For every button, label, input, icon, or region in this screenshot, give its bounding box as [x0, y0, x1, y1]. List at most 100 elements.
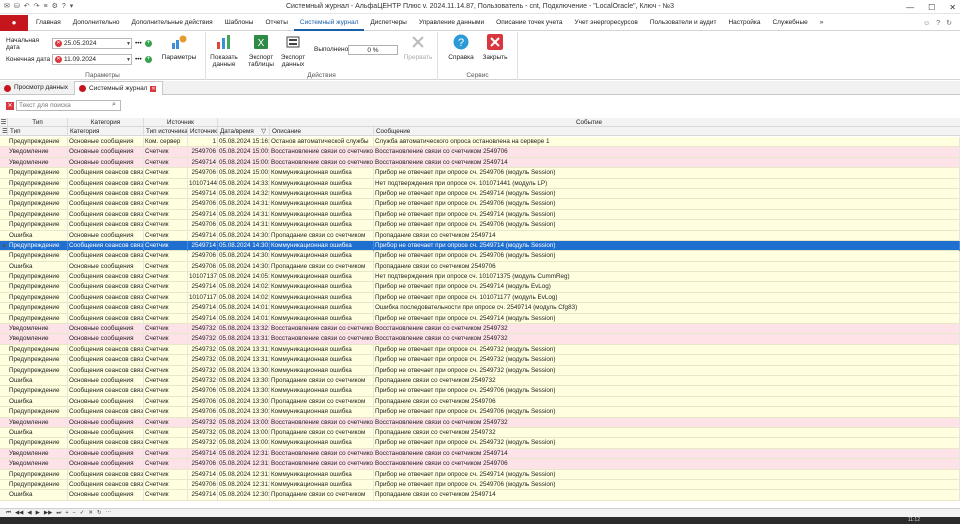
- add-icon[interactable]: +: [144, 40, 152, 47]
- cell-source-type: Счетчик: [144, 427, 188, 439]
- menu-item[interactable]: Диспетчеры: [364, 15, 412, 31]
- table-row[interactable]: Предупреждение Сообщения сеансов связи Сче…: [0, 313, 960, 325]
- column-header-category[interactable]: Категория: [68, 127, 144, 136]
- navigator-button[interactable]: −: [73, 510, 76, 516]
- navigator-button[interactable]: ◀: [27, 510, 31, 516]
- menu-item[interactable]: Дополнительно: [67, 15, 126, 31]
- navigator-button[interactable]: ⋯: [106, 510, 112, 516]
- start-date-input[interactable]: ✕ 25.05.2024 ▼: [52, 38, 132, 49]
- table-row[interactable]: Предупреждение Сообщения сеансов связи Сче…: [0, 199, 960, 210]
- chevron-down-icon[interactable]: ▼: [126, 57, 131, 63]
- table-row[interactable]: Предупреждение Сообщения сеансов связи Сче…: [0, 365, 960, 376]
- show-data-button[interactable]: Показать данные: [210, 34, 238, 68]
- table-row[interactable]: Предупреждение Сообщения сеансов связи Сче…: [0, 407, 960, 418]
- tab-system-log[interactable]: Системный журнал ✕: [74, 81, 164, 95]
- table-row[interactable]: Уведомление Основные сообщения Счетчик 2549…: [0, 157, 960, 169]
- table-row[interactable]: Предупреждение Сообщения сеансов связи Сче…: [0, 168, 960, 179]
- table-row[interactable]: Предупреждение Сообщения сеансов связи Сче…: [0, 251, 960, 262]
- table-row[interactable]: ▶ Предупреждение Сообщения сеансов связи Сч…: [0, 240, 960, 252]
- table-row[interactable]: Ошибка Основные сообщения Счетчик 2549732 05…: [0, 427, 960, 439]
- column-header-message[interactable]: Сообщение: [374, 127, 960, 136]
- ellipsis-icon[interactable]: •••: [135, 40, 142, 47]
- table-row[interactable]: Предупреждение Сообщения сеансов связи Сче…: [0, 188, 960, 200]
- ellipsis-icon[interactable]: •••: [135, 56, 142, 63]
- clear-icon[interactable]: ✕: [55, 56, 62, 63]
- table-row[interactable]: Предупреждение Сообщения сеансов связи Сче…: [0, 282, 960, 293]
- table-row[interactable]: Предупреждение Сообщения сеансов связи Сче…: [0, 355, 960, 366]
- tab-data-view[interactable]: Просмотр данных: [0, 81, 74, 95]
- end-date-input[interactable]: ✕ 11.09.2024 ▼: [52, 54, 132, 65]
- parameters-button[interactable]: Параметры: [158, 34, 200, 61]
- table-row[interactable]: Предупреждение Сообщения сеансов связи Сче…: [0, 303, 960, 314]
- menu-item[interactable]: Пользователи и аудит: [644, 15, 723, 31]
- table-row[interactable]: Ошибка Основные сообщения Счетчик 2549714 05…: [0, 230, 960, 241]
- menu-right-icon[interactable]: ☺: [923, 20, 930, 27]
- menu-item[interactable]: Отчеты: [259, 15, 293, 31]
- menu-right-icon[interactable]: ↻: [946, 19, 952, 27]
- column-header-source[interactable]: Источник: [188, 127, 218, 136]
- navigator-button[interactable]: ▶▶: [44, 510, 52, 516]
- navigator-button[interactable]: ⏭: [56, 510, 61, 517]
- minimize-button[interactable]: —: [906, 3, 914, 12]
- clear-icon[interactable]: ✕: [55, 40, 62, 47]
- table-row[interactable]: Предупреждение Сообщения сеансов связи Сче…: [0, 469, 960, 480]
- table-row[interactable]: Предупреждение Сообщения сеансов связи Сче…: [0, 386, 960, 397]
- app-menu-button[interactable]: ●: [0, 15, 28, 31]
- menu-item[interactable]: Описание точек учета: [490, 15, 568, 31]
- table-row[interactable]: Предупреждение Сообщения сеансов связи Сче…: [0, 272, 960, 283]
- navigator-button[interactable]: ✓: [80, 510, 85, 516]
- menu-item[interactable]: Шаблоны: [219, 15, 260, 31]
- help-button[interactable]: ? Справка: [446, 34, 476, 61]
- table-row[interactable]: Уведомление Основные сообщения Счетчик 2549…: [0, 334, 960, 345]
- navigator-button[interactable]: ↻: [97, 510, 102, 516]
- menu-item[interactable]: Дополнительные действия: [126, 15, 219, 31]
- menu-item[interactable]: Служебные: [766, 15, 813, 31]
- menu-item[interactable]: Управление данными: [413, 15, 490, 31]
- export-data-button[interactable]: Экспорт данных: [278, 34, 308, 68]
- table-row[interactable]: Предупреждение Сообщения сеансов связи Сче…: [0, 209, 960, 221]
- table-row[interactable]: Предупреждение Основные сообщения Ком. сер…: [0, 137, 960, 148]
- chevron-down-icon[interactable]: ▼: [126, 41, 131, 47]
- add-icon[interactable]: +: [144, 56, 152, 63]
- table-row[interactable]: Уведомление Основные сообщения Счетчик 2549…: [0, 324, 960, 335]
- column-header-type[interactable]: Тип: [8, 127, 68, 136]
- column-header-source-type[interactable]: Тип источника: [144, 127, 188, 136]
- clear-search-icon[interactable]: ✕: [6, 102, 14, 110]
- navigator-button[interactable]: ▶: [36, 510, 40, 516]
- table-row[interactable]: Предупреждение Сообщения сеансов связи Сче…: [0, 292, 960, 304]
- menu-item[interactable]: Системный журнал: [293, 15, 365, 31]
- table-row[interactable]: Предупреждение Сообщения сеансов связи Сче…: [0, 220, 960, 231]
- table-row[interactable]: Предупреждение Сообщения сеансов связи Сче…: [0, 479, 960, 491]
- column-header-description[interactable]: Описание: [270, 127, 374, 136]
- table-row[interactable]: Предупреждение Сообщения сеансов связи Сче…: [0, 438, 960, 449]
- close-tab-icon[interactable]: ✕: [150, 85, 157, 92]
- navigator-button[interactable]: ✕: [88, 510, 93, 516]
- menu-item[interactable]: Настройка: [722, 15, 766, 31]
- export-table-button[interactable]: X Экспорт таблицы: [246, 34, 276, 68]
- menu-item[interactable]: »: [814, 15, 830, 31]
- navigator-button[interactable]: ⏮: [6, 510, 11, 517]
- table-row[interactable]: Ошибка Основные сообщения Счетчик 2549706 05…: [0, 261, 960, 273]
- search-icon[interactable]: ⌕: [112, 101, 116, 109]
- table-row[interactable]: Ошибка Основные сообщения Счетчик 2549732 05…: [0, 375, 960, 387]
- interrupt-button[interactable]: Прервать: [402, 34, 434, 61]
- menu-item[interactable]: Учет энергоресурсов: [568, 15, 643, 31]
- navigator-button[interactable]: ◀◀: [15, 510, 23, 516]
- table-row[interactable]: Уведомление Основные сообщения Счетчик 2549…: [0, 448, 960, 460]
- maximize-button[interactable]: ☐: [928, 3, 935, 12]
- table-row[interactable]: Предупреждение Сообщения сеансов связи Сче…: [0, 344, 960, 356]
- table-row[interactable]: Предупреждение Сообщения сеансов связи Сче…: [0, 178, 960, 189]
- table-row[interactable]: Уведомление Основные сообщения Счетчик 2549…: [0, 459, 960, 470]
- menu-item[interactable]: Главная: [30, 15, 67, 31]
- table-row[interactable]: Уведомление Основные сообщения Счетчик 2549…: [0, 147, 960, 158]
- column-header-datetime[interactable]: Дата/время ▽: [218, 127, 270, 136]
- search-input[interactable]: Текст для поиска: [16, 100, 121, 111]
- cell-category: Сообщения сеансов связи: [68, 251, 144, 262]
- close-window-button[interactable]: ✕: [949, 3, 956, 12]
- close-button[interactable]: Закрыть: [480, 34, 510, 61]
- table-row[interactable]: Уведомление Основные сообщения Счетчик 2549…: [0, 417, 960, 428]
- table-row[interactable]: Ошибка Основные сообщения Счетчик 2549706 05…: [0, 396, 960, 408]
- navigator-button[interactable]: +: [65, 510, 68, 516]
- table-row[interactable]: Ошибка Основные сообщения Счетчик 2549714 05…: [0, 490, 960, 501]
- menu-right-icon[interactable]: ?: [936, 20, 940, 27]
